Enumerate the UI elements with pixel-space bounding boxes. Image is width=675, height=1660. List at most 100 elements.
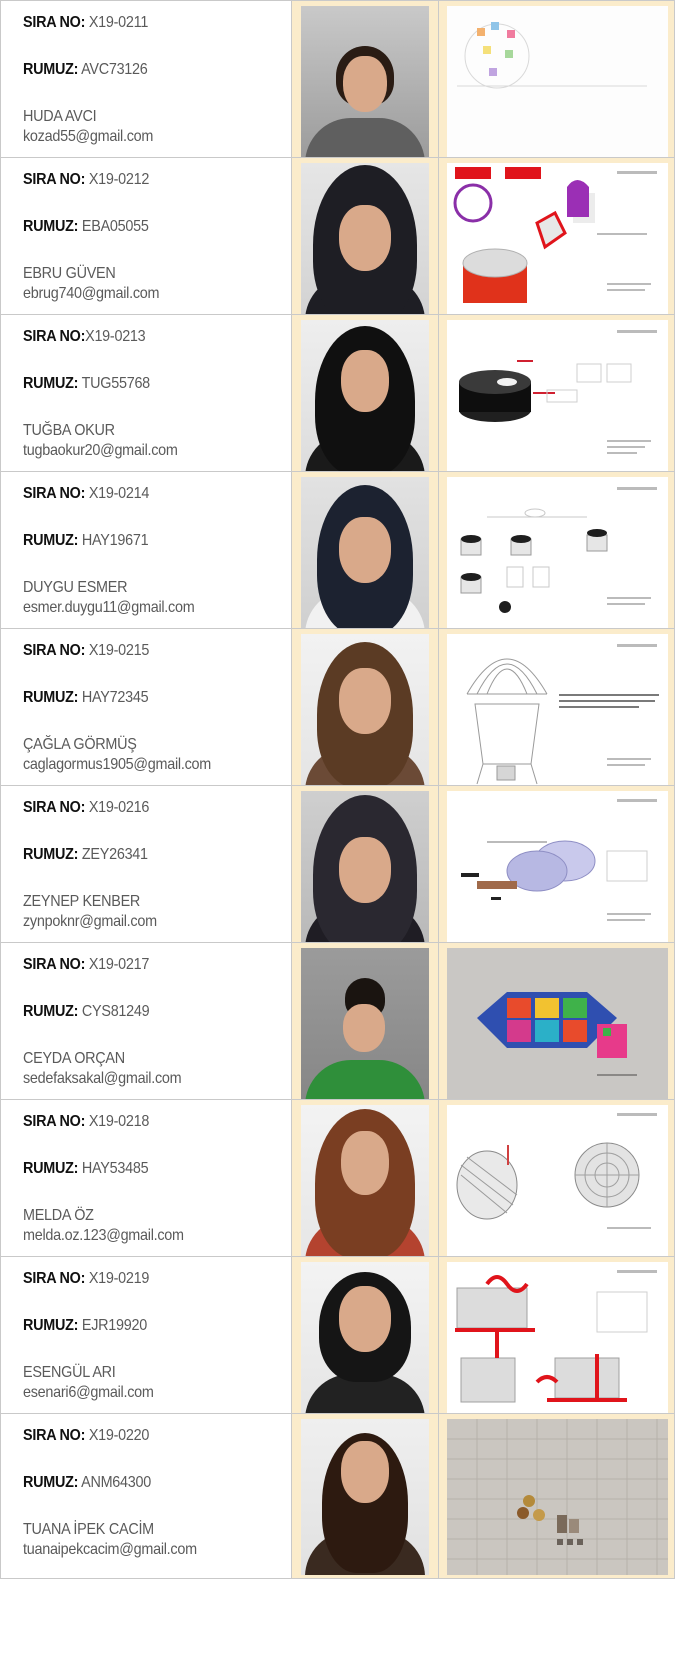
project-image (447, 320, 668, 476)
rumuz-label: RUMUZ: (23, 218, 79, 235)
table-row: SIRA NO: X19-0218 RUMUZ: HAY53485 MELDA ÖZ… (0, 1099, 675, 1265)
sira-no-line: SIRA NO: X19-0218 (23, 1112, 264, 1132)
sira-no-label: SIRA NO: (23, 1270, 86, 1287)
student-email[interactable]: esenari6@gmail.com (23, 1383, 264, 1403)
project-cell (438, 157, 675, 323)
face (339, 837, 391, 903)
info-cell: SIRA NO: X19-0216 RUMUZ: ZEY26341 ZEYNEP K… (0, 785, 292, 951)
table-row: SIRA NO: X19-0212 RUMUZ: EBA05055 EBRU GÜV… (0, 157, 675, 323)
project-cell (438, 628, 675, 794)
rumuz-label: RUMUZ: (23, 1474, 79, 1491)
face (339, 668, 391, 734)
student-email[interactable]: melda.oz.123@gmail.com (23, 1226, 264, 1246)
sira-no-value: X19-0216 (85, 799, 150, 816)
rumuz-line: RUMUZ: ZEY26341 (23, 845, 264, 865)
photo-cell (292, 785, 438, 951)
project-image (447, 1419, 668, 1575)
student-name: CEYDA ORÇAN (23, 1050, 125, 1067)
project-cell (438, 785, 675, 951)
table-row: SIRA NO: X19-0215 RUMUZ: HAY72345 ÇAĞLA GÖ… (0, 628, 675, 794)
student-email[interactable]: zynpoknr@gmail.com (23, 912, 264, 932)
student-name: ZEYNEP KENBER (23, 893, 141, 910)
face (339, 205, 391, 271)
project-cell (438, 1413, 675, 1579)
sira-no-label: SIRA NO: (23, 1427, 86, 1444)
photo-cell (292, 471, 438, 637)
info-cell: SIRA NO: X19-0211 RUMUZ: AVC73126 HUDA AVC… (0, 0, 292, 166)
student-name: HUDA AVCI (23, 108, 97, 125)
table-row: SIRA NO: X19-0211 RUMUZ: AVC73126 HUDA AVC… (0, 0, 675, 166)
rumuz-line: RUMUZ: HAY72345 (23, 688, 264, 708)
photo-cell (292, 1413, 438, 1579)
sira-no-value: X19-0220 (85, 1427, 150, 1444)
photo-cell (292, 0, 438, 166)
student-name: MELDA ÖZ (23, 1207, 94, 1224)
student-photo (301, 477, 429, 633)
face (343, 56, 387, 112)
info-cell: SIRA NO: X19-0220 RUMUZ: ANM64300 TUANA İP… (0, 1413, 292, 1579)
sira-no-line: SIRA NO: X19-0212 (23, 170, 264, 190)
rumuz-value: HAY53485 (78, 1160, 149, 1177)
face (341, 1441, 389, 1503)
entries-table: SIRA NO: X19-0211 RUMUZ: AVC73126 HUDA AVC… (0, 0, 675, 1660)
rumuz-line: RUMUZ: AVC73126 (23, 60, 264, 80)
sira-no-label: SIRA NO: (23, 799, 86, 816)
sira-no-label: SIRA NO: (23, 1113, 86, 1130)
sira-no-label: SIRA NO: (23, 642, 86, 659)
student-email[interactable]: tugbaokur20@gmail.com (23, 441, 264, 461)
project-image (447, 6, 668, 162)
student-name: DUYGU ESMER (23, 579, 128, 596)
sira-no-line: SIRA NO: X19-0215 (23, 641, 264, 661)
student-name: ESENGÜL ARI (23, 1364, 116, 1381)
face (341, 350, 389, 412)
rumuz-line: RUMUZ: EJR19920 (23, 1316, 264, 1336)
face (339, 1286, 391, 1352)
sira-no-value: X19-0214 (85, 485, 150, 502)
sira-no-label: SIRA NO: (23, 171, 86, 188)
table-row: SIRA NO: X19-0217 RUMUZ: CYS81249 CEYDA OR… (0, 942, 675, 1108)
rumuz-value: TUG55768 (78, 375, 151, 392)
rumuz-line: RUMUZ: EBA05055 (23, 217, 264, 237)
student-email[interactable]: ebrug740@gmail.com (23, 284, 264, 304)
table-row: SIRA NO:X19-0213 RUMUZ: TUG55768 TUĞBA OKU… (0, 314, 675, 480)
sira-no-line: SIRA NO: X19-0214 (23, 484, 264, 504)
info-cell: SIRA NO: X19-0217 RUMUZ: CYS81249 CEYDA OR… (0, 942, 292, 1108)
student-photo (301, 1262, 429, 1418)
photo-cell (292, 1099, 438, 1265)
student-email[interactable]: caglagormus1905@gmail.com (23, 755, 264, 775)
student-photo (301, 6, 429, 162)
rumuz-value: ANM64300 (78, 1474, 151, 1491)
project-cell (438, 314, 675, 480)
photo-cell (292, 942, 438, 1108)
rumuz-label: RUMUZ: (23, 61, 79, 78)
student-email[interactable]: tuanaipekcacim@gmail.com (23, 1540, 264, 1560)
face (343, 1004, 385, 1052)
student-email[interactable]: esmer.duygu11@gmail.com (23, 598, 264, 618)
student-name: ÇAĞLA GÖRMÜŞ (23, 736, 137, 753)
rumuz-line: RUMUZ: HAY53485 (23, 1159, 264, 1179)
rumuz-value: HAY72345 (78, 689, 149, 706)
face (341, 1131, 389, 1195)
rumuz-value: EBA05055 (78, 218, 149, 235)
student-email[interactable]: sedefaksakal@gmail.com (23, 1069, 264, 1089)
rumuz-label: RUMUZ: (23, 375, 79, 392)
rumuz-label: RUMUZ: (23, 1317, 79, 1334)
student-photo (301, 634, 429, 790)
project-image (447, 477, 668, 633)
sira-no-value: X19-0211 (85, 14, 149, 31)
project-image (447, 634, 668, 790)
sira-no-label: SIRA NO: (23, 956, 86, 973)
student-email[interactable]: kozad55@gmail.com (23, 127, 264, 147)
project-image (447, 791, 668, 947)
photo-cell (292, 157, 438, 323)
info-cell: SIRA NO: X19-0219 RUMUZ: EJR19920 ESENGÜL … (0, 1256, 292, 1422)
face (339, 517, 391, 583)
rumuz-value: AVC73126 (78, 61, 148, 78)
sira-no-label: SIRA NO: (23, 328, 86, 345)
sira-no-value: X19-0215 (85, 642, 150, 659)
sira-no-line: SIRA NO: X19-0211 (23, 13, 264, 33)
rumuz-value: ZEY26341 (78, 846, 148, 863)
table-row: SIRA NO: X19-0220 RUMUZ: ANM64300 TUANA İP… (0, 1413, 675, 1579)
table-row: SIRA NO: X19-0219 RUMUZ: EJR19920 ESENGÜL … (0, 1256, 675, 1422)
sira-no-value: X19-0219 (85, 1270, 150, 1287)
